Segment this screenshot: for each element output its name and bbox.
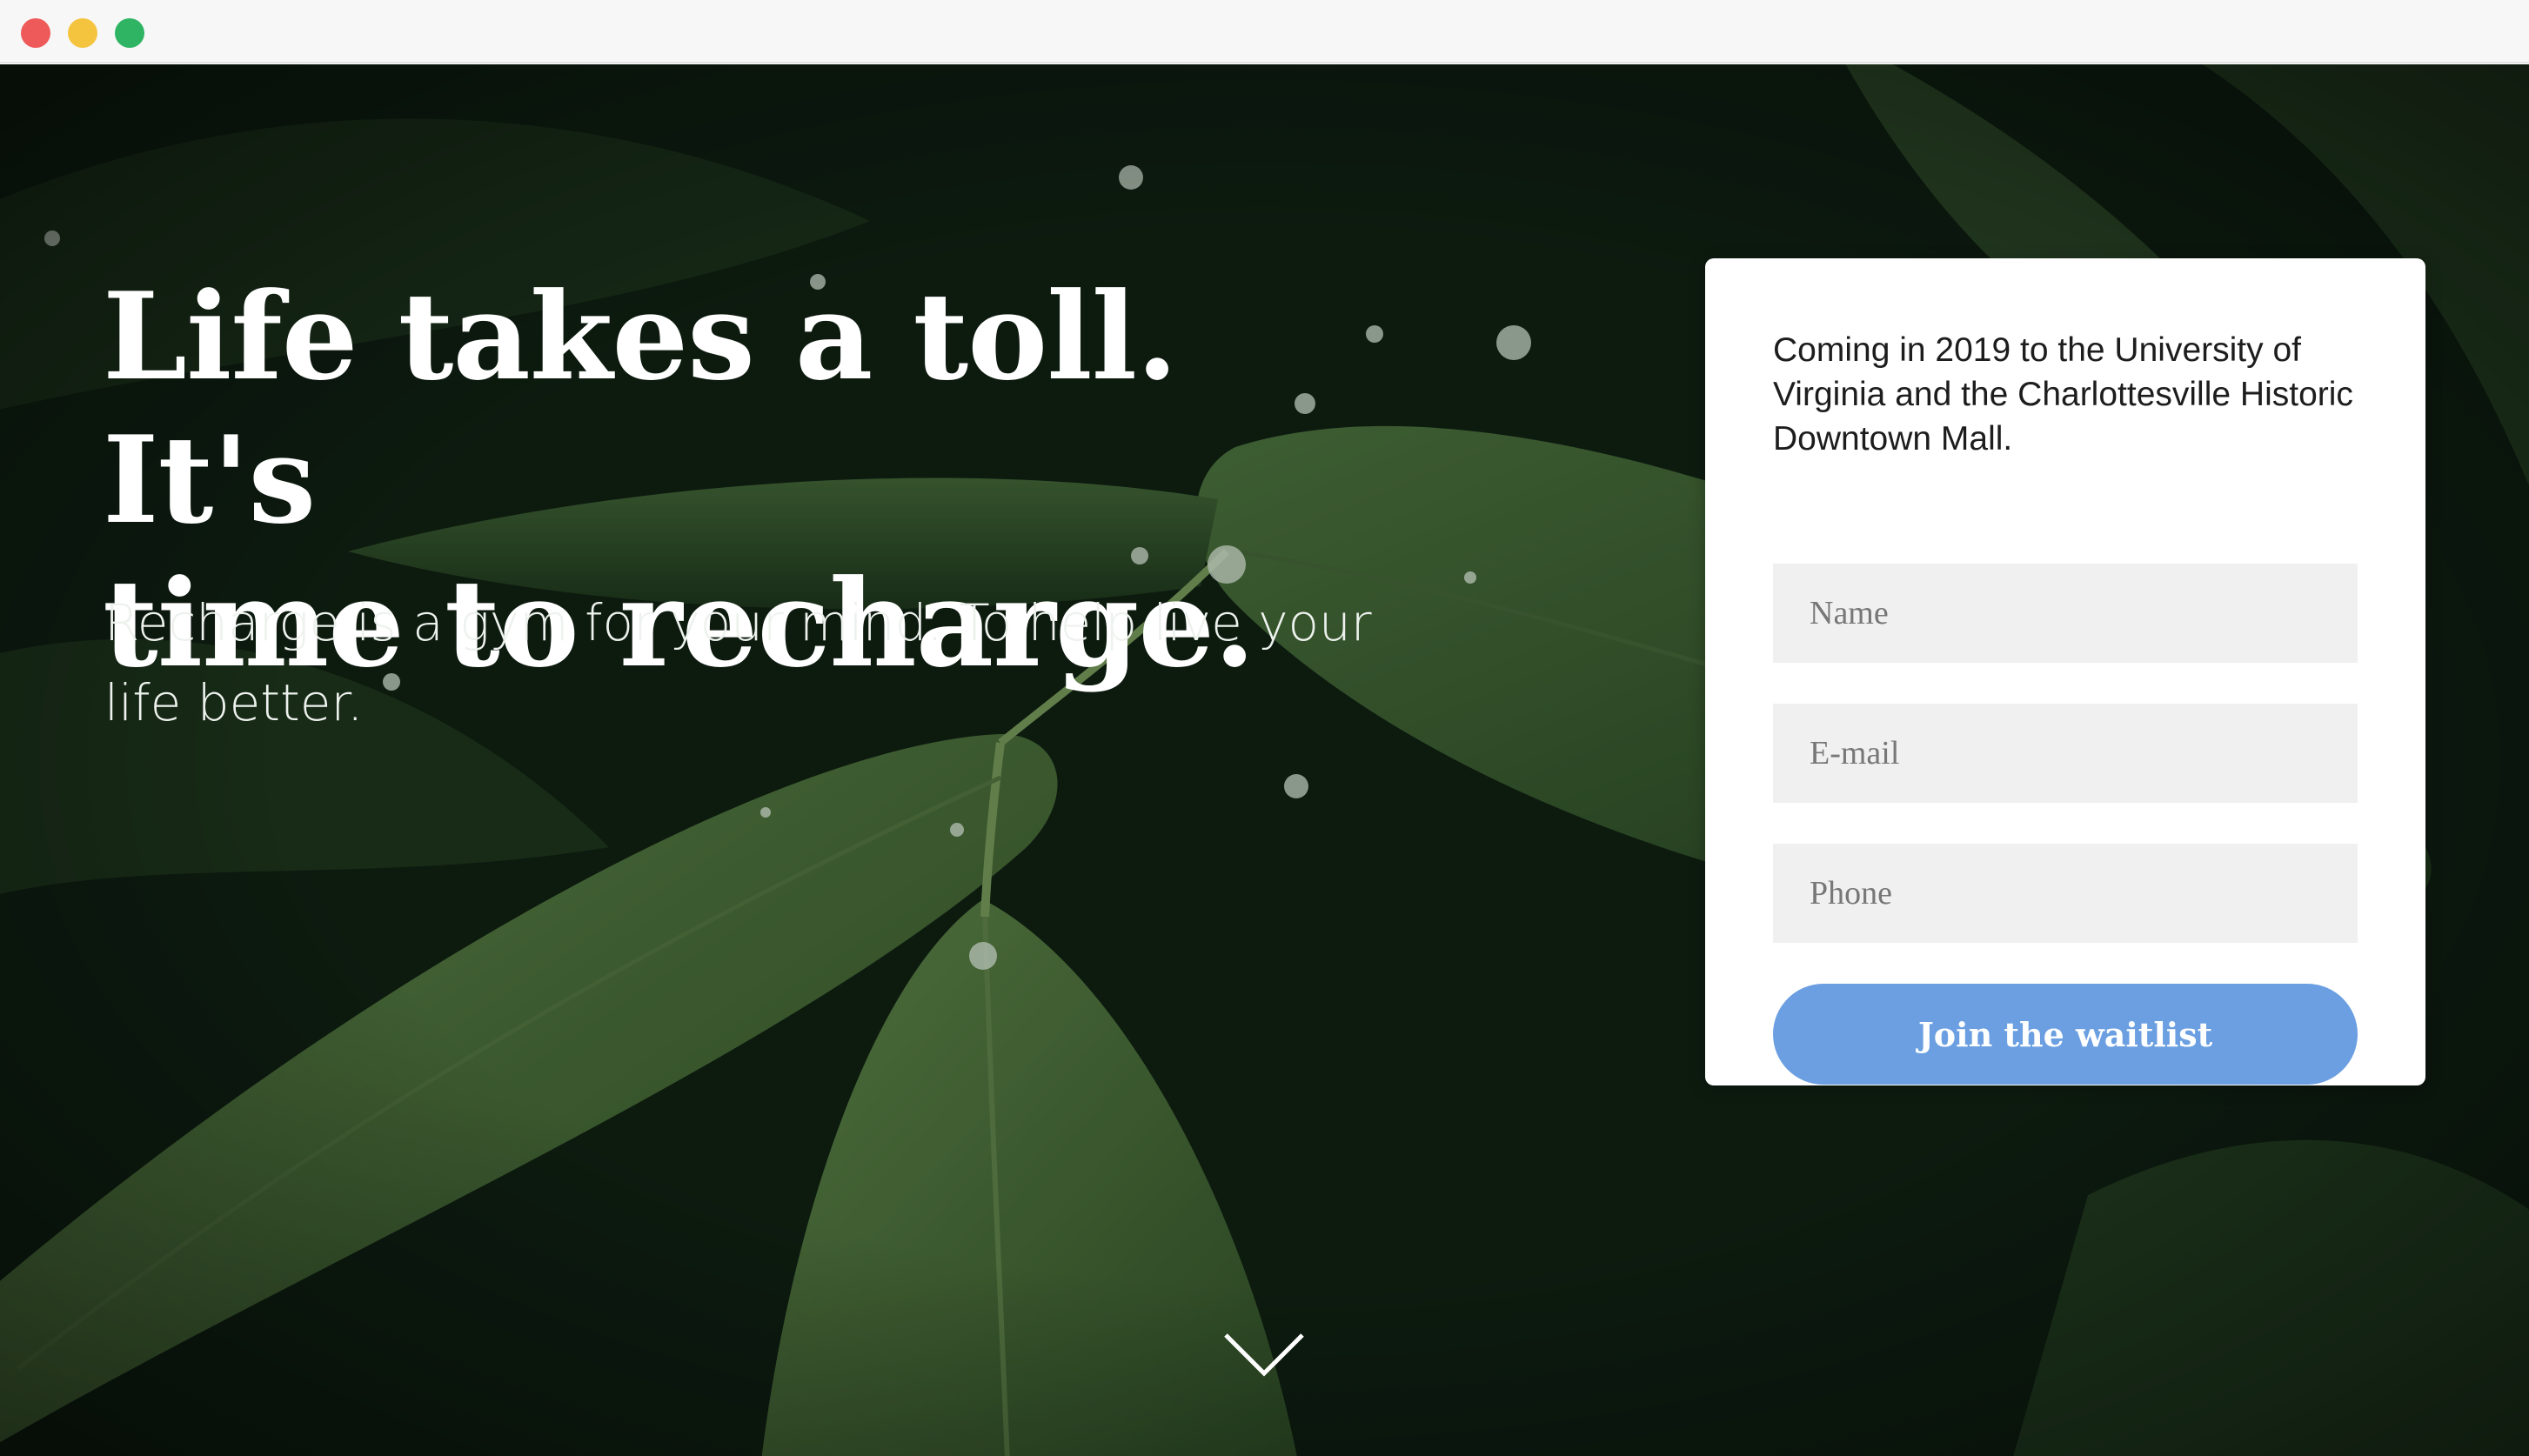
name-field[interactable] bbox=[1773, 564, 2358, 663]
chevron-down-icon[interactable] bbox=[1222, 1330, 1306, 1382]
maximize-window-button[interactable] bbox=[115, 18, 144, 48]
hero-section: Life takes a toll. It's time to recharge… bbox=[0, 64, 2529, 1456]
hero-subtitle: Recharge is a gym for your mind. To help… bbox=[104, 593, 1372, 732]
browser-window: Life takes a toll. It's time to recharge… bbox=[0, 0, 2529, 1456]
window-titlebar bbox=[0, 0, 2529, 63]
signup-intro-text: Coming in 2019 to the University of Virg… bbox=[1773, 331, 2353, 458]
minimize-window-button[interactable] bbox=[68, 18, 97, 48]
join-waitlist-button[interactable]: Join the waitlist bbox=[1773, 984, 2358, 1085]
close-window-button[interactable] bbox=[21, 18, 50, 48]
waitlist-form-card: Coming in 2019 to the University of Virg… bbox=[1705, 258, 2425, 1085]
phone-field[interactable] bbox=[1773, 844, 2358, 943]
headline-line-1: Life takes a toll. It's bbox=[103, 265, 1178, 551]
email-field[interactable] bbox=[1773, 704, 2358, 803]
